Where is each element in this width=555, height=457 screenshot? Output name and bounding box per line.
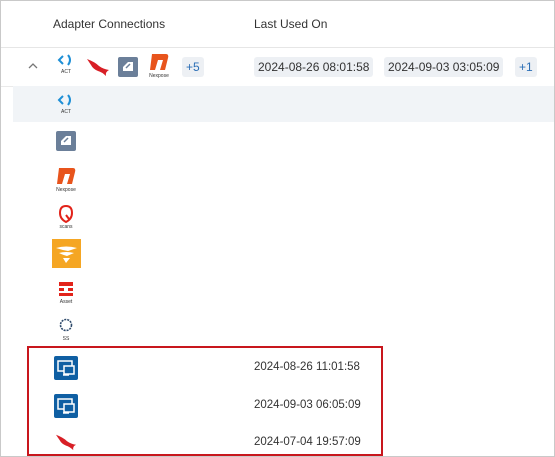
column-header-adapter-connections[interactable]: Adapter Connections <box>53 17 165 31</box>
more-adapters-badge[interactable]: +5 <box>182 57 204 77</box>
qualys-icon[interactable]: scans <box>56 204 76 230</box>
svg-text:ACT: ACT <box>61 109 71 115</box>
act-icon: ACT <box>57 54 71 75</box>
expanded-adapter-row <box>13 86 554 122</box>
svg-text:Asset: Asset <box>60 299 73 305</box>
last-used-date-chip: 2024-08-26 08:01:58 <box>254 57 374 77</box>
jamf-icon[interactable] <box>55 130 77 152</box>
svg-text:ACT: ACT <box>61 69 71 75</box>
svg-text:Nexpose: Nexpose <box>149 73 169 79</box>
table-row[interactable]: ACT Nexpose +5 2024-08-26 08:01:58 2024-… <box>1 48 554 87</box>
column-header-last-used-on[interactable]: Last Used On <box>254 17 327 31</box>
svg-text:Nexpose: Nexpose <box>56 187 76 193</box>
highlight-box <box>27 346 383 456</box>
table-header: Adapter Connections Last Used On <box>1 1 554 48</box>
svg-text:scans: scans <box>59 224 73 230</box>
nexpose-icon[interactable]: Nexpose <box>54 166 78 194</box>
ss-icon[interactable]: SS <box>56 317 76 343</box>
act-icon[interactable]: ACT <box>56 92 76 116</box>
jamf-icon <box>118 57 138 77</box>
chevron-up-icon[interactable] <box>27 60 39 72</box>
last-used-date-chip: 2024-09-03 03:05:09 <box>384 57 504 77</box>
more-dates-badge[interactable]: +1 <box>515 57 537 77</box>
asset-icon[interactable]: Asset <box>56 281 76 305</box>
svg-text:SS: SS <box>63 336 70 342</box>
solarwinds-icon[interactable] <box>52 239 81 268</box>
adapter-connections-table: Adapter Connections Last Used On ACT Nex… <box>0 0 555 457</box>
nexpose-icon: Nexpose <box>149 54 169 79</box>
crowdstrike-icon <box>87 59 109 76</box>
